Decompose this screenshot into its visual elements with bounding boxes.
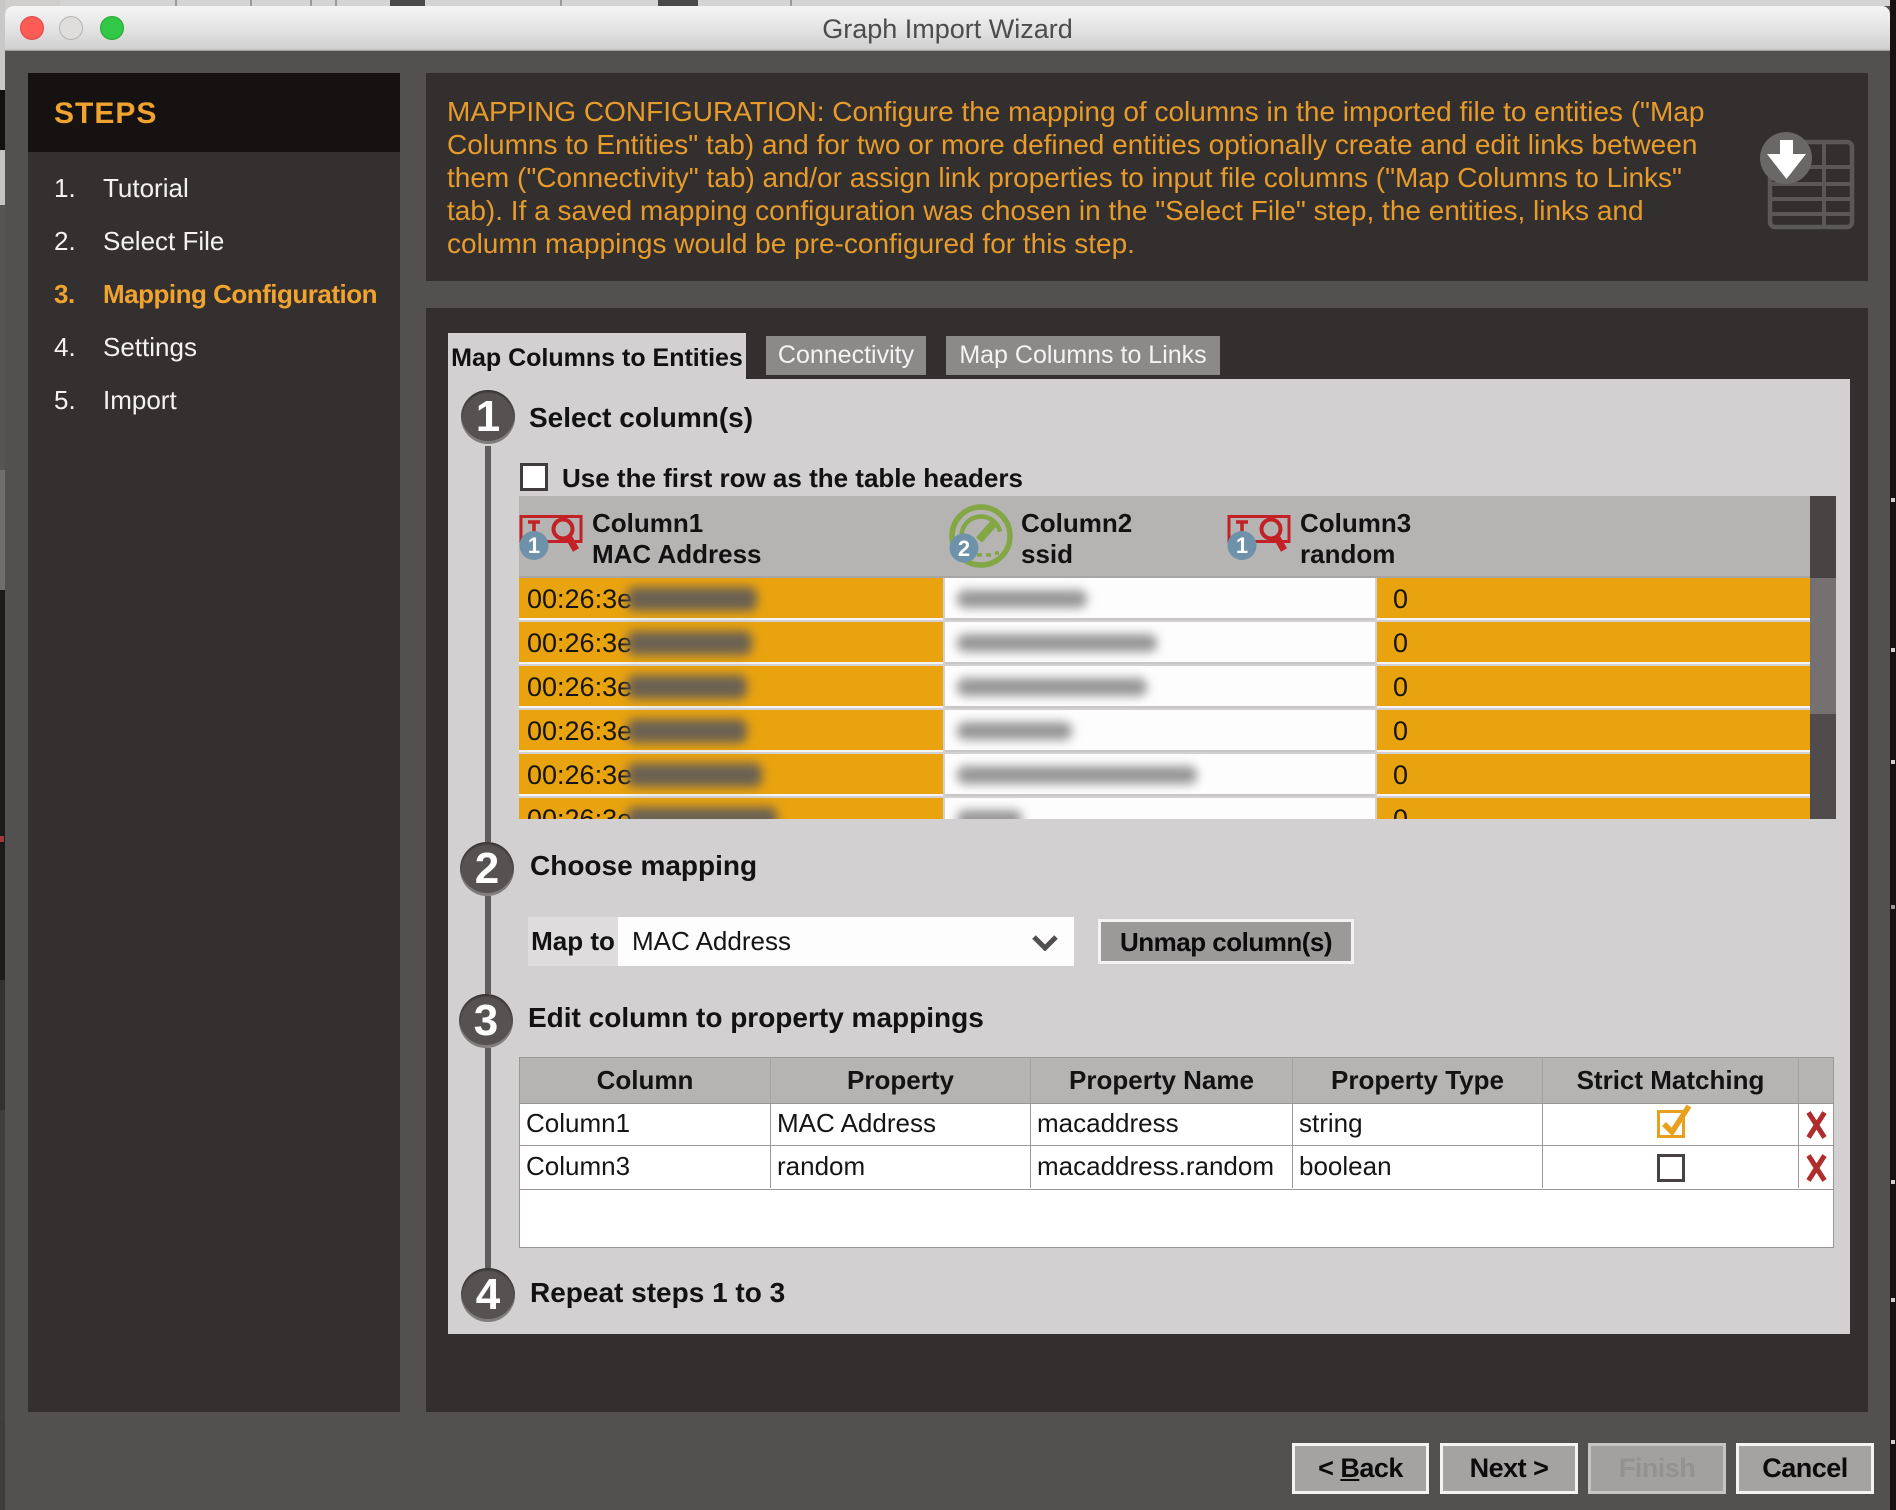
svg-text:1: 1 — [528, 533, 540, 558]
svg-text:2: 2 — [958, 536, 970, 561]
svg-text:1: 1 — [1236, 533, 1248, 558]
